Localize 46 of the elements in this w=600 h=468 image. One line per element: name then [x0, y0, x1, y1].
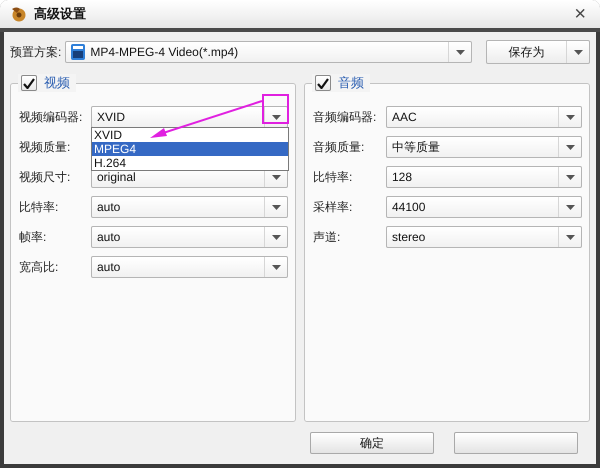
preset-label: 预置方案:: [10, 44, 62, 60]
field-label: 视频编码器:: [19, 108, 84, 126]
field-label: 帧率:: [19, 228, 48, 246]
field-label: 视频尺寸:: [19, 168, 72, 186]
dropdown[interactable]: XVID: [91, 106, 288, 128]
field-label: 音频编码器:: [313, 108, 378, 126]
checkbox[interactable]: [315, 75, 331, 91]
app-logo-icon: [10, 6, 26, 22]
window-title: 高级设置: [34, 5, 87, 23]
field-label: 比特率:: [19, 198, 60, 216]
preset-dropdown[interactable]: MP4-MPEG-4 Video(*.mp4): [65, 41, 472, 63]
dropdown-arrow-icon: [566, 234, 574, 240]
highlight-box: [262, 94, 289, 124]
dialog-button[interactable]: 确定: [310, 432, 434, 454]
field-label: 宽高比:: [19, 258, 60, 276]
dropdown[interactable]: stereo: [386, 226, 582, 248]
field-label: 声道:: [313, 228, 342, 246]
dropdown-option[interactable]: MPEG4: [92, 142, 288, 156]
clapperboard-icon: [71, 44, 86, 60]
dropdown[interactable]: 44100: [386, 196, 582, 218]
dropdown[interactable]: auto: [91, 196, 288, 218]
dropdown[interactable]: auto: [91, 256, 288, 278]
field-label: 比特率:: [313, 168, 354, 186]
dropdown-arrow-icon: [566, 144, 574, 150]
save-as-button[interactable]: 保存为: [486, 40, 590, 64]
group-title: 音频: [338, 74, 364, 92]
dropdown-arrow-icon: [566, 114, 574, 120]
dropdown-arrow-icon: [566, 174, 574, 180]
dropdown-arrow-icon: [272, 264, 280, 270]
field-label: 采样率:: [313, 198, 354, 216]
dropdown-arrow-icon: [272, 234, 280, 240]
dropdown-arrow-icon: [272, 174, 280, 180]
dropdown[interactable]: 128: [386, 166, 582, 188]
dropdown[interactable]: 中等质量: [386, 136, 582, 158]
field-label: 视频质量:: [19, 138, 72, 156]
close-button[interactable]: ×: [570, 4, 590, 24]
checkbox[interactable]: [21, 75, 37, 91]
dropdown-arrow-icon: [566, 204, 574, 210]
dropdown[interactable]: auto: [91, 226, 288, 248]
dropdown[interactable]: AAC: [386, 106, 582, 128]
dropdown-arrow-icon: [574, 50, 582, 54]
dropdown-arrow-icon: [272, 204, 280, 210]
group-title: 视频: [44, 74, 70, 92]
dropdown-arrow-icon: [272, 114, 280, 120]
field-label: 音频质量:: [313, 138, 366, 156]
dropdown-arrow-icon: [456, 50, 464, 54]
